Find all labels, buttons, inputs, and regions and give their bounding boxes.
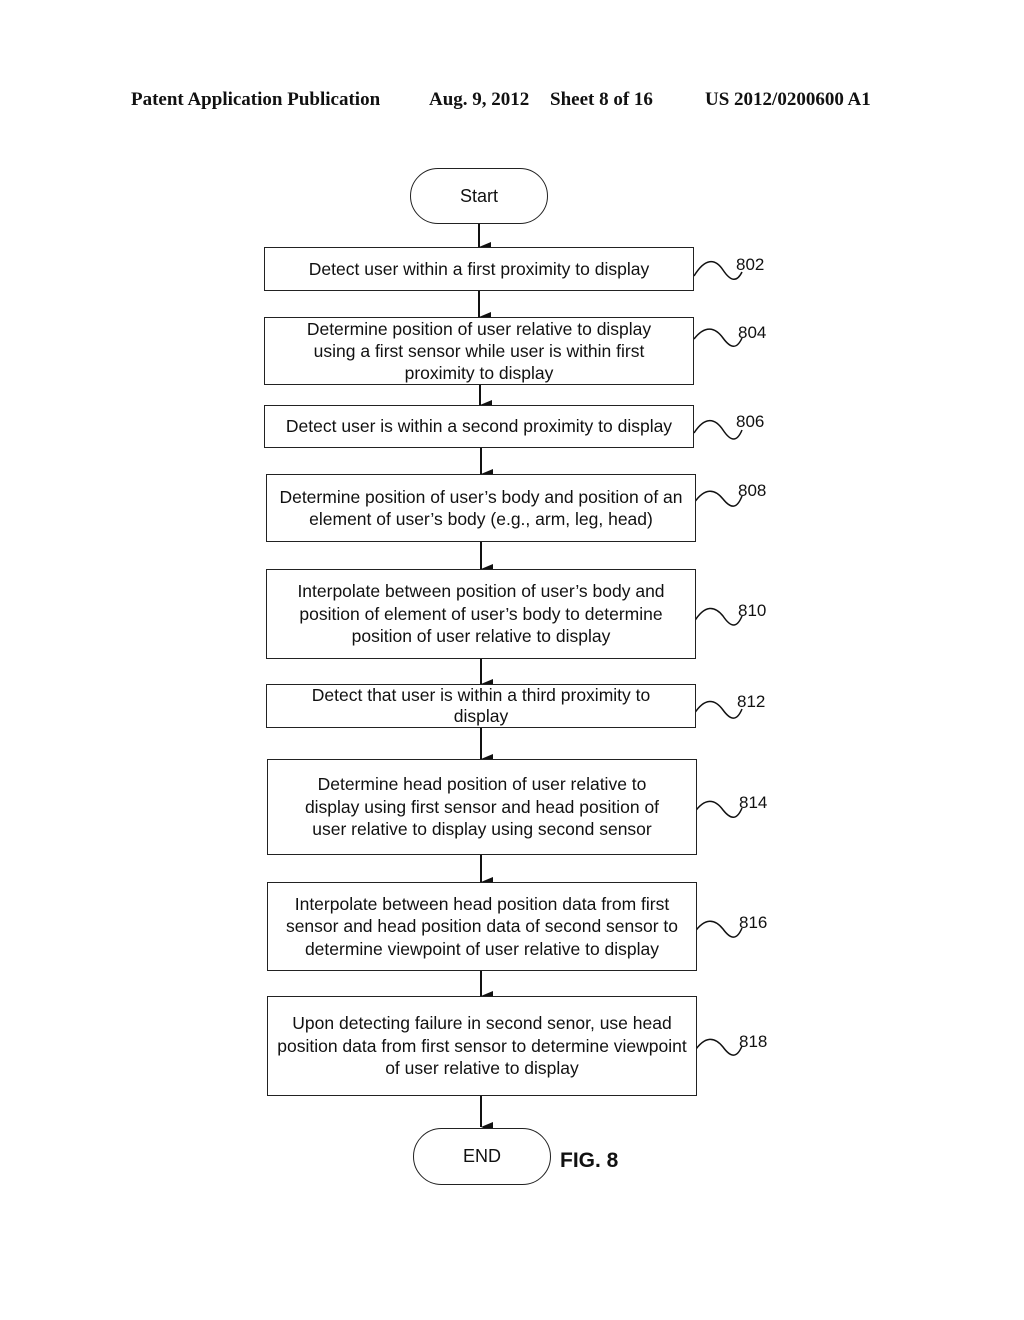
ref-808: 808 [738,481,767,500]
ref-816: 816 [739,913,768,932]
ref-806: 806 [736,412,765,431]
step-text: Detect user within a first proximity to … [308,258,650,279]
end-label: END [462,1146,501,1166]
leader-802 [693,261,743,280]
ref-810: 810 [738,601,767,620]
leader-806 [693,419,743,440]
step-802: Detect user within a first proximity to … [264,247,694,291]
leader-816 [693,920,743,938]
ref-814: 814 [739,793,768,812]
leader-808 [693,490,743,507]
step-808: Determine position of user’s body and po… [266,474,696,542]
figure-label: FIG. 8 [560,1149,619,1172]
leader-812 [693,700,743,719]
start-terminal: Start [410,168,548,224]
step-text: Detect user is within a second proximity… [285,416,673,437]
step-812: Detect that user is within a third proxi… [266,684,696,728]
step-806: Detect user is within a second proximity… [264,405,694,448]
step-810: Interpolate between position of user’s b… [266,569,696,659]
step-text: Upon detecting failure in second senor, … [277,1013,687,1079]
step-text: Detect that user is within a third proxi… [311,685,651,726]
step-text: Determine position of user relative to d… [306,319,652,383]
step-text: Interpolate between position of user’s b… [297,581,665,647]
end-terminal: END [413,1128,551,1185]
step-804: Determine position of user relative to d… [264,317,694,385]
leader-818 [693,1038,743,1056]
step-text: Determine head position of user relative… [304,774,660,840]
ref-802: 802 [736,255,765,274]
start-label: Start [459,185,498,206]
leader-810 [693,607,743,626]
step-text: Interpolate between head position data f… [285,893,679,959]
step-818: Upon detecting failure in second senor, … [267,996,697,1096]
ref-812: 812 [737,692,766,711]
step-814: Determine head position of user relative… [267,759,697,855]
ref-818: 818 [739,1032,768,1051]
ref-804: 804 [738,323,767,342]
leader-804 [693,328,743,347]
leader-814 [693,800,743,818]
step-816: Interpolate between head position data f… [267,882,697,971]
step-text: Determine position of user’s body and po… [279,486,683,530]
